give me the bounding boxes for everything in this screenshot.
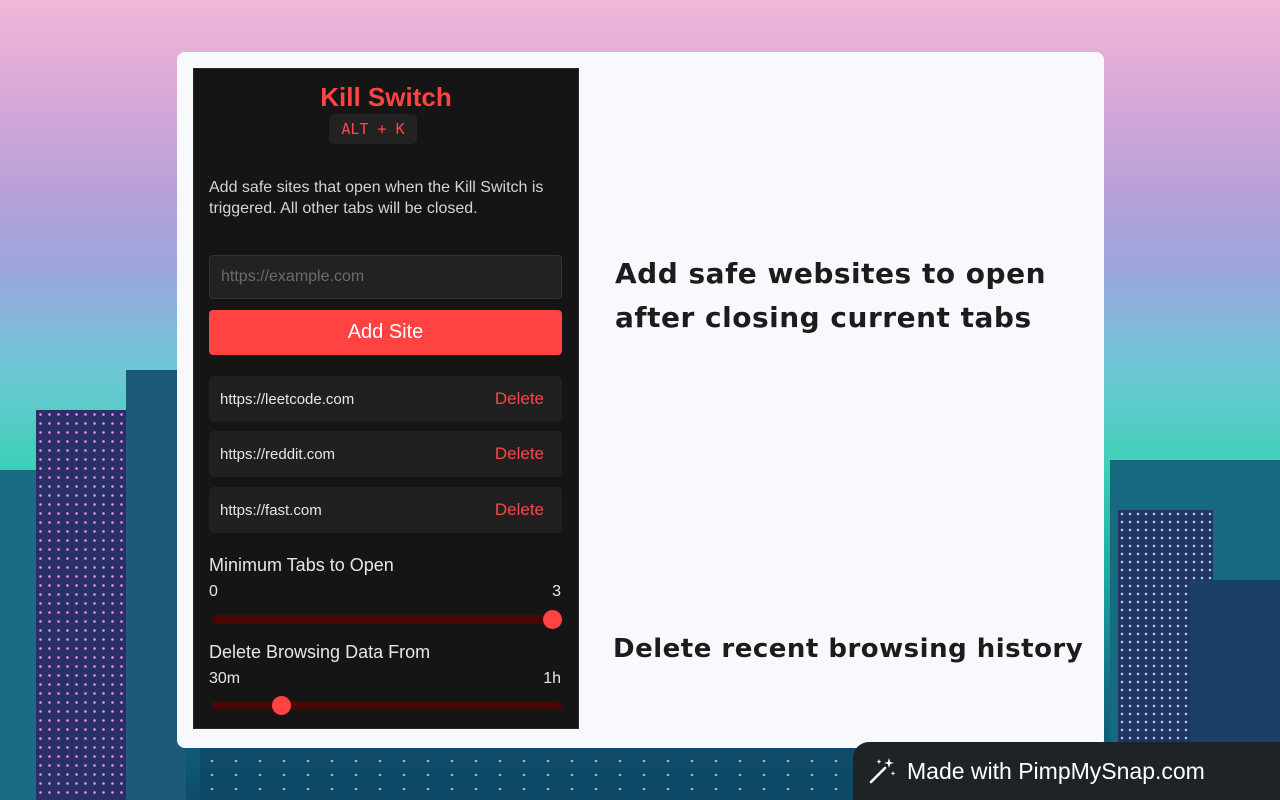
- caption-safe-sites: Add safe websites to open after closing …: [615, 257, 1047, 334]
- min-tabs-label: Minimum Tabs to Open: [209, 555, 394, 575]
- made-with-badge[interactable]: Made with PimpMySnap.com: [853, 742, 1280, 800]
- delete-site-button[interactable]: Delete: [495, 500, 544, 520]
- delete-data-slider[interactable]: [212, 696, 562, 715]
- site-url: https://fast.com: [220, 502, 322, 519]
- popup-description: Add safe sites that open when the Kill S…: [209, 179, 544, 217]
- site-url: https://reddit.com: [220, 446, 336, 463]
- delete-data-range-max: 1h: [543, 670, 561, 687]
- extension-popup: Kill Switch ALT + K Add safe sites that …: [193, 68, 579, 729]
- popup-title: Kill Switch: [320, 82, 452, 112]
- building: [36, 410, 186, 800]
- min-tabs-range-max: 3: [552, 583, 561, 600]
- screenshot-card: Kill Switch ALT + K Add safe sites that …: [177, 52, 1104, 748]
- site-item: https://leetcode.com Delete: [209, 376, 562, 422]
- site-url: https://leetcode.com: [220, 391, 355, 408]
- min-tabs-slider-thumb[interactable]: [543, 610, 562, 629]
- magic-wand-icon: [869, 758, 896, 784]
- delete-data-slider-thumb[interactable]: [271, 696, 291, 715]
- site-item: https://reddit.com Delete: [209, 431, 562, 477]
- delete-data-label: Delete Browsing Data From: [209, 642, 431, 662]
- delete-site-button[interactable]: Delete: [495, 389, 544, 409]
- add-site-button[interactable]: Add Site: [209, 310, 562, 355]
- building: [0, 470, 40, 800]
- min-tabs-range-min: 0: [209, 583, 218, 600]
- site-url-input[interactable]: [209, 255, 562, 299]
- site-item: https://fast.com Delete: [209, 487, 562, 533]
- delete-data-range-min: 30m: [209, 670, 241, 687]
- delete-site-button[interactable]: Delete: [495, 444, 544, 464]
- min-tabs-slider[interactable]: [212, 610, 562, 629]
- shortcut-badge: ALT + K: [329, 114, 417, 144]
- caption-delete-history: Delete recent browsing history: [613, 634, 1084, 664]
- badge-text: Made with PimpMySnap.com: [907, 757, 1205, 784]
